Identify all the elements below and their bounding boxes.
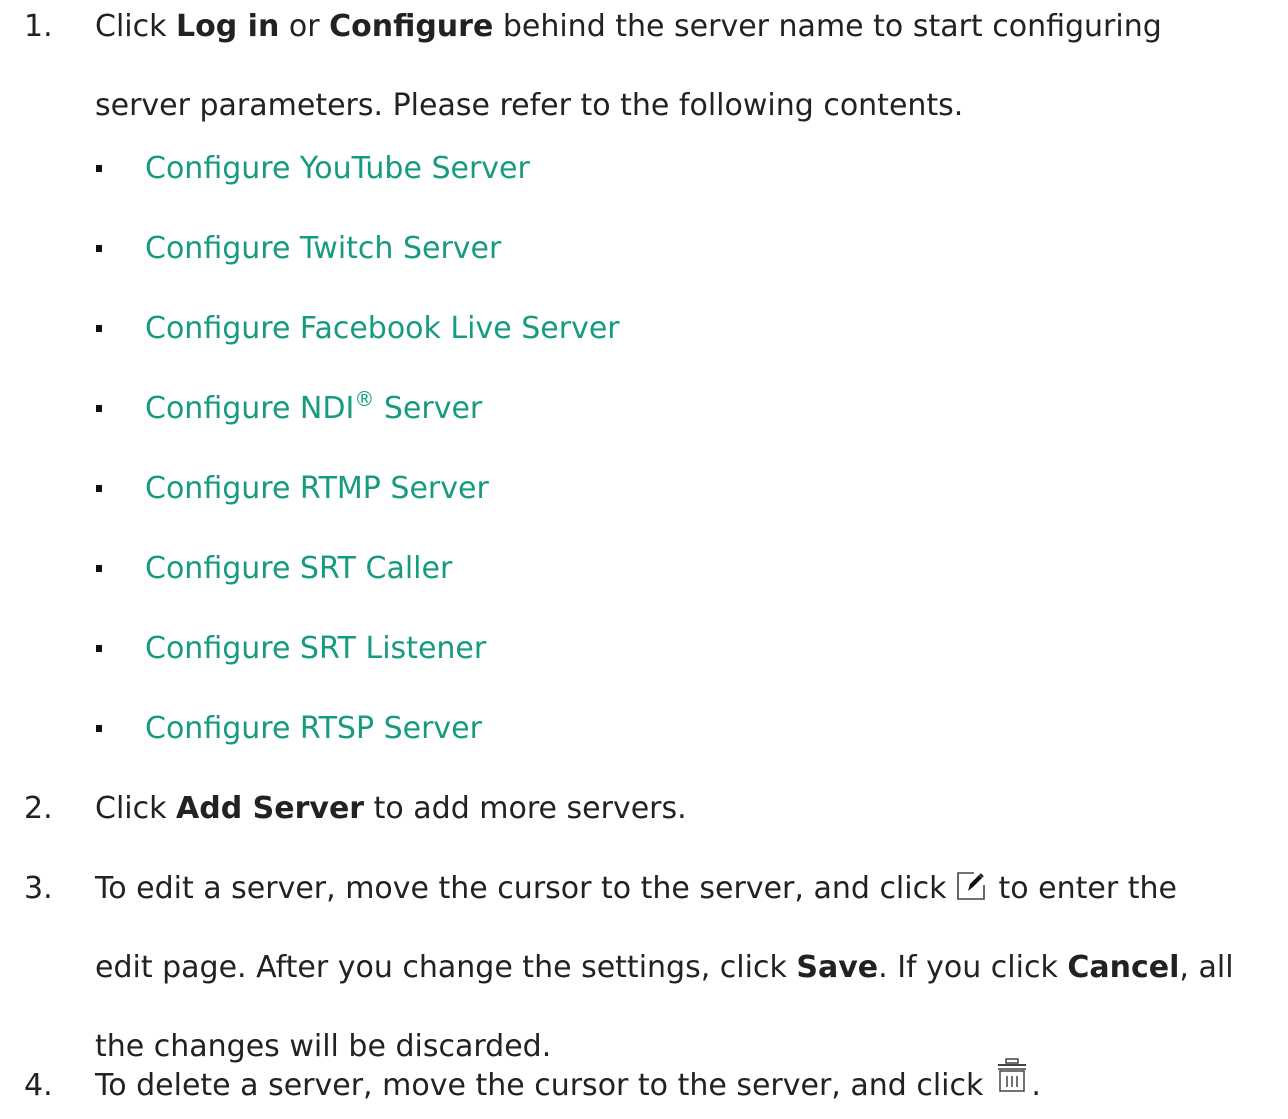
step-2: 2. Click Add Server to add more servers. [0, 789, 1288, 829]
step-text: To edit a server, move the cursor to the… [95, 869, 1275, 1067]
link-configure-youtube[interactable]: Configure YouTube Server [145, 149, 530, 189]
text-run: to add more servers. [364, 791, 687, 826]
text-run: to enter the [998, 871, 1177, 906]
step-4: 4. To delete a server, move the cursor t… [0, 1057, 1288, 1106]
text-run: To edit a server, move the cursor to the… [95, 871, 947, 906]
bullet-icon [96, 165, 102, 172]
list-item: Configure RTMP Server [0, 469, 1288, 509]
bold-term-configure: Configure [329, 9, 494, 44]
bold-term-log-in: Log in [176, 9, 280, 44]
bold-term-save: Save [796, 950, 879, 985]
link-configure-rtmp[interactable]: Configure RTMP Server [145, 469, 489, 509]
bullet-icon [96, 645, 102, 652]
registered-mark: ® [354, 387, 375, 411]
bullet-icon [96, 485, 102, 492]
step-line: the changes will be discarded. [95, 1029, 552, 1064]
list-item: Configure Facebook Live Server [0, 309, 1288, 349]
link-configure-ndi[interactable]: Configure NDI® Server [145, 389, 482, 429]
bullet-icon [96, 405, 102, 412]
step-3: 3. To edit a server, move the cursor to … [0, 869, 1288, 1069]
link-text: Configure NDI [145, 391, 355, 426]
bold-term-cancel: Cancel [1067, 950, 1180, 985]
link-text: Server [374, 391, 483, 426]
link-configure-srt-listener[interactable]: Configure SRT Listener [145, 629, 486, 669]
text-run: . If you click [878, 950, 1068, 985]
step-line: edit page. After you change the settings… [95, 948, 1275, 988]
bullet-icon [96, 245, 102, 252]
text-run: , all [1179, 950, 1234, 985]
step-text: Click Log in or Configure behind the ser… [95, 7, 1275, 126]
step-text: Click Add Server to add more servers. [95, 789, 1275, 829]
link-configure-rtsp[interactable]: Configure RTSP Server [145, 709, 482, 749]
list-item: Configure Twitch Server [0, 229, 1288, 269]
step-number: 3. [24, 871, 53, 906]
step-line: To edit a server, move the cursor to the… [95, 869, 1275, 909]
bold-term-add-server: Add Server [176, 791, 365, 826]
list-item: Configure YouTube Server [0, 149, 1288, 189]
text-run: edit page. After you change the settings… [95, 950, 797, 985]
link-configure-facebook-live[interactable]: Configure Facebook Live Server [145, 309, 620, 349]
text-run: Click [95, 791, 177, 826]
link-configure-twitch[interactable]: Configure Twitch Server [145, 229, 501, 269]
step-1: 1. Click Log in or Configure behind the … [0, 7, 1288, 127]
step-line: To delete a server, move the cursor to t… [95, 1057, 1275, 1106]
list-item: Configure RTSP Server [0, 709, 1288, 749]
text-run: behind the server name to start configur… [493, 9, 1162, 44]
list-item: Configure SRT Caller [0, 549, 1288, 589]
trash-icon [997, 1057, 1027, 1097]
text-run: . [1031, 1068, 1041, 1103]
list-item: Configure NDI® Server [0, 389, 1288, 429]
step-number: 1. [24, 9, 53, 44]
bullet-icon [96, 725, 102, 732]
text-run: Click [95, 9, 177, 44]
step-line: Click Log in or Configure behind the ser… [95, 7, 1275, 47]
bullet-icon [96, 325, 102, 332]
edit-icon [956, 871, 986, 901]
step-text: To delete a server, move the cursor to t… [95, 1057, 1275, 1106]
bullet-icon [96, 565, 102, 572]
step-line: server parameters. Please refer to the f… [95, 88, 964, 123]
text-run: To delete a server, move the cursor to t… [95, 1068, 984, 1103]
link-configure-srt-caller[interactable]: Configure SRT Caller [145, 549, 452, 589]
step-number: 2. [24, 791, 53, 826]
step-number: 4. [24, 1068, 53, 1103]
text-run: or [279, 9, 330, 44]
list-item: Configure SRT Listener [0, 629, 1288, 669]
step-line: Click Add Server to add more servers. [95, 789, 1275, 829]
